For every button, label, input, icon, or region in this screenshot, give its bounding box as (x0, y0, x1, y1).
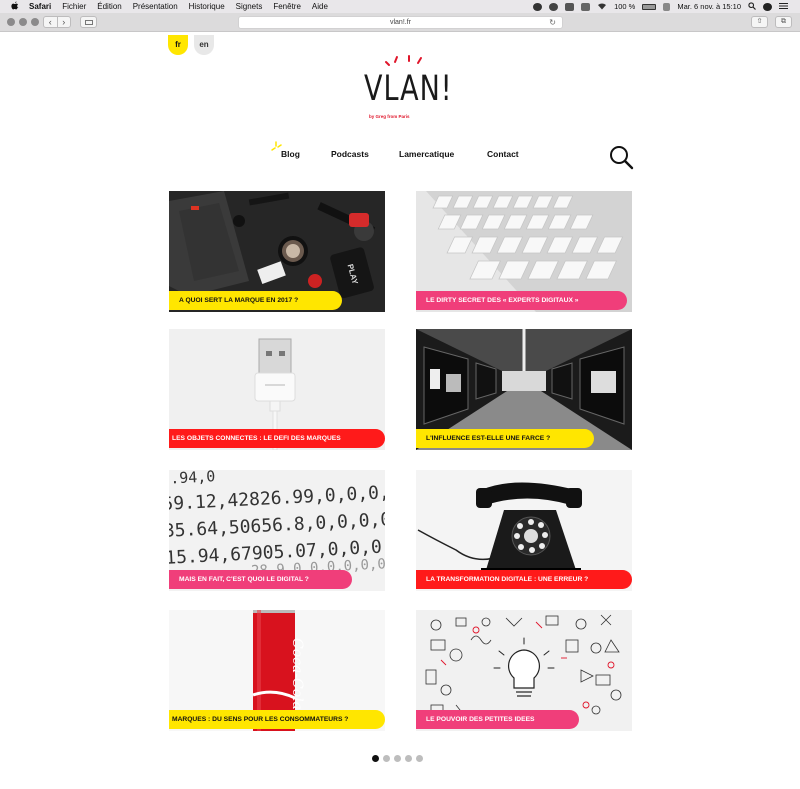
article-card[interactable]: Coca-Cola MARQUES : DU SENS POUR LES CON… (169, 610, 385, 731)
article-title[interactable]: LES OBJETS CONNECTES : LE DEFI DES MARQU… (169, 429, 385, 448)
tab-overview-button[interactable]: ⧉ (775, 16, 792, 28)
url-text[interactable]: vlan!.fr (390, 19, 411, 26)
zoom-window-icon[interactable] (31, 18, 39, 26)
wifi-icon[interactable] (597, 2, 607, 12)
article-title[interactable]: MAIS EN FAIT, C'EST QUOI LE DIGITAL ? (169, 570, 352, 589)
menu-signets[interactable]: Signets (236, 2, 263, 11)
logo-text: VLAN! (364, 69, 453, 110)
menu-historique[interactable]: Historique (189, 2, 225, 11)
article-title[interactable]: LE DIRTY SECRET DES « EXPERTS DIGITAUX » (416, 291, 627, 310)
tool-icon[interactable] (581, 2, 591, 11)
history-nav: ‹ › (43, 16, 71, 28)
menu-fenetre[interactable]: Fenêtre (273, 2, 301, 11)
clock[interactable]: Mar. 6 nov. à 15:10 (677, 2, 741, 11)
article-title[interactable]: L'INFLUENCE EST-ELLE UNE FARCE ? (416, 429, 594, 448)
pagination-dot[interactable] (416, 755, 423, 762)
menu-bar: Safari Fichier Édition Présentation Hist… (0, 0, 800, 13)
close-window-icon[interactable] (7, 18, 15, 26)
siri-icon[interactable] (763, 2, 772, 11)
article-card[interactable]: 5.94,0 59.12,42826.99,0,0,0,0,0,0. 35.64… (169, 470, 385, 591)
coke-logo-text: Coca-Cola (289, 638, 305, 710)
numbers-line: 5.94,0 (169, 470, 216, 488)
evernote-icon[interactable] (565, 2, 575, 11)
article-card[interactable]: L'INFLUENCE EST-ELLE UNE FARCE ? (416, 329, 632, 450)
nav-lamercatique[interactable]: Lamercatique (399, 149, 454, 159)
minimize-window-icon[interactable] (19, 18, 27, 26)
sidebar-icon (85, 20, 93, 25)
article-card[interactable]: LE DIRTY SECRET DES « EXPERTS DIGITAUX » (416, 191, 632, 312)
carousel-pagination (372, 755, 423, 762)
article-title[interactable]: LE POUVOIR DES PETITES IDEES (416, 710, 579, 729)
status-area: 100 % Mar. 6 nov. à 15:10 (533, 0, 788, 13)
pagination-dot[interactable] (383, 755, 390, 762)
logo-subtitle: by Greg from Paris (369, 114, 410, 119)
lang-fr-button[interactable]: fr (168, 35, 188, 55)
menu-app-safari[interactable]: Safari (29, 2, 51, 11)
nav-blog[interactable]: Blog (281, 149, 300, 159)
search-icon[interactable] (608, 144, 634, 170)
browser-toolbar: ‹ › vlan!.fr ↻ ⇧ ⧉ (0, 13, 800, 32)
article-card[interactable]: LA TRANSFORMATION DIGITALE : UNE ERREUR … (416, 470, 632, 591)
nav-podcasts[interactable]: Podcasts (331, 149, 369, 159)
article-card[interactable]: PLAY A QUOI SERT LA MARQUE EN 2017 ? (169, 191, 385, 312)
battery-percent[interactable]: 100 % (614, 2, 635, 11)
window-controls (7, 18, 39, 26)
pagination-dot[interactable] (405, 755, 412, 762)
article-title[interactable]: MARQUES : DU SENS POUR LES CONSOMMATEURS… (169, 710, 385, 729)
apple-menu-icon[interactable] (11, 1, 21, 12)
article-title[interactable]: A QUOI SERT LA MARQUE EN 2017 ? (169, 291, 342, 310)
forward-button[interactable]: › (56, 17, 71, 27)
share-button[interactable]: ⇧ (751, 16, 768, 28)
sidebar-toggle-button[interactable] (80, 16, 97, 28)
article-title[interactable]: LA TRANSFORMATION DIGITALE : UNE ERREUR … (416, 570, 632, 589)
address-bar[interactable]: vlan!.fr ↻ (238, 16, 563, 29)
cloud-icon[interactable] (549, 2, 559, 11)
lang-en-button[interactable]: en (194, 35, 214, 55)
flag-icon[interactable] (663, 2, 671, 11)
article-card[interactable]: LES OBJETS CONNECTES : LE DEFI DES MARQU… (169, 329, 385, 450)
site-logo[interactable]: VLAN! by Greg from Paris (361, 55, 452, 123)
pagination-dot[interactable] (372, 755, 379, 762)
pagination-dot[interactable] (394, 755, 401, 762)
back-button[interactable]: ‹ (44, 17, 57, 27)
article-card[interactable]: LE POUVOIR DES PETITES IDEES (416, 610, 632, 731)
nav-contact[interactable]: Contact (487, 149, 519, 159)
tray-app-icon[interactable] (533, 2, 543, 11)
spotlight-icon[interactable] (748, 1, 756, 12)
menu-aide[interactable]: Aide (312, 2, 328, 11)
menu-fichier[interactable]: Fichier (62, 2, 86, 11)
notification-center-icon[interactable] (779, 2, 788, 12)
battery-icon[interactable] (642, 3, 657, 10)
menu-edition[interactable]: Édition (97, 2, 121, 11)
reload-button[interactable]: ↻ (549, 17, 556, 29)
menu-presentation[interactable]: Présentation (133, 2, 178, 11)
